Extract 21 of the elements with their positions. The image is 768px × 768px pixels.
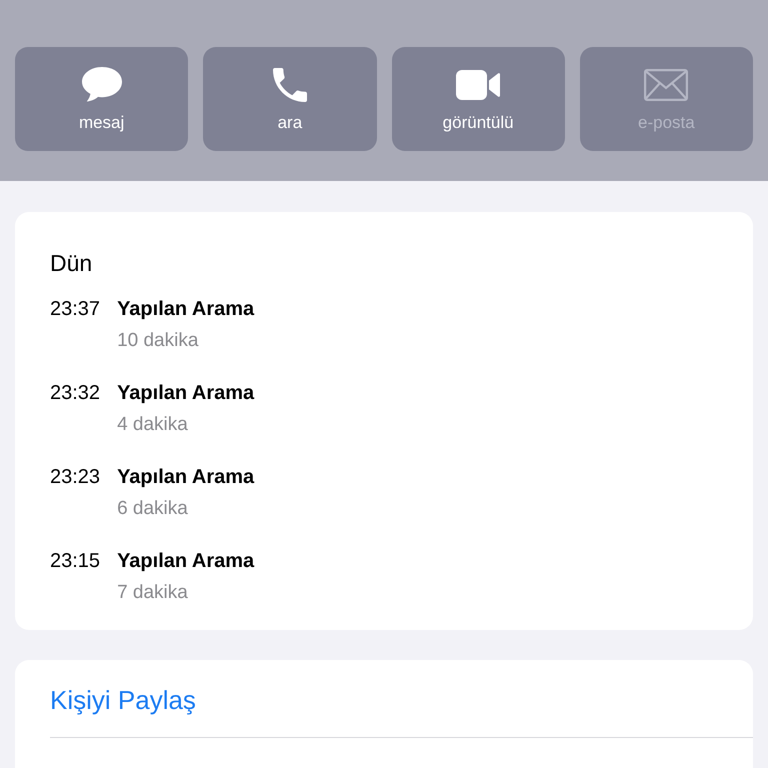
call-type: Yapılan Arama (117, 465, 254, 490)
call-duration: 6 dakika (117, 497, 189, 521)
call-time: 23:32 (50, 381, 100, 406)
call-duration: 7 dakika (117, 581, 189, 605)
call-button[interactable]: ara (203, 47, 376, 151)
date-heading: Dün (50, 249, 92, 277)
call-time: 23:37 (50, 297, 100, 322)
share-contact-link[interactable]: Kişiyi Paylaş (50, 685, 196, 715)
phone-icon (272, 68, 307, 102)
call-duration: 4 dakika (117, 413, 189, 437)
call-type: Yapılan Arama (117, 297, 254, 322)
call-type: Yapılan Arama (117, 381, 254, 406)
speech-bubble-icon (80, 66, 123, 104)
video-button[interactable]: görüntülü (392, 47, 565, 151)
envelope-icon (644, 69, 688, 101)
call-time: 23:15 (50, 549, 100, 574)
call-type: Yapılan Arama (117, 549, 254, 574)
call-time: 23:23 (50, 465, 100, 490)
call-duration: 10 dakika (117, 329, 200, 353)
video-camera-icon (456, 70, 500, 100)
message-button[interactable]: mesaj (15, 47, 188, 151)
